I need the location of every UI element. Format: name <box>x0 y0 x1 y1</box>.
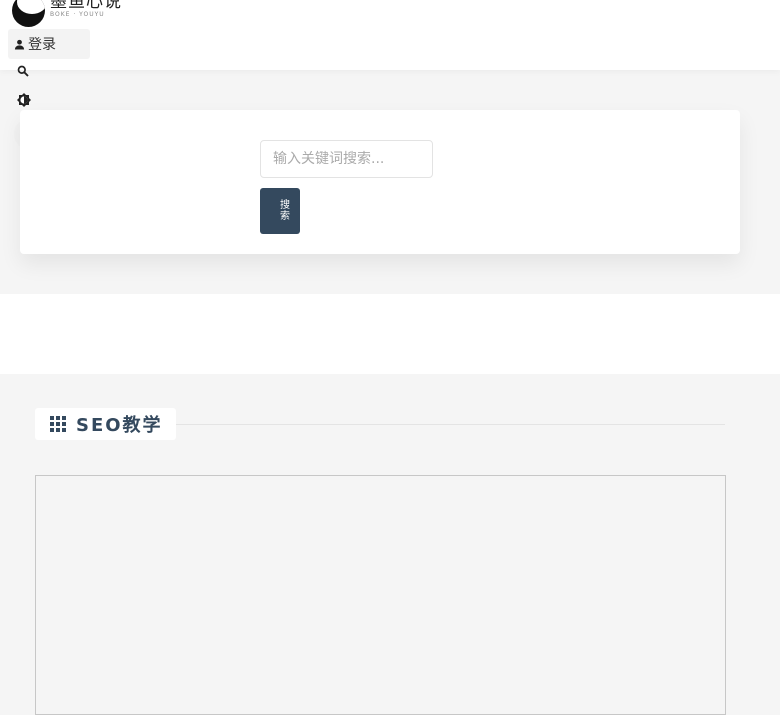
search-input[interactable] <box>260 140 433 178</box>
search-icon <box>17 62 29 81</box>
search-button[interactable]: 搜索 <box>260 188 300 234</box>
search-button-label: 搜索 <box>280 200 290 222</box>
search-panel: 搜索 <box>20 110 740 254</box>
logo-subtitle: BOKE · YOUYU <box>50 11 105 18</box>
content-placeholder <box>35 475 726 715</box>
site-header: 墨鱼心说 BOKE · YOUYU 登录 <box>0 0 780 77</box>
section-divider <box>176 424 725 425</box>
section-title-text: SEO教学 <box>76 415 163 436</box>
search-toggle-button[interactable] <box>7 55 39 87</box>
content-band <box>0 294 780 374</box>
section-title[interactable]: SEO教学 <box>35 408 176 440</box>
grid-icon <box>50 416 66 432</box>
login-label: 登录 <box>28 37 56 53</box>
user-icon <box>10 39 28 50</box>
logo-mark-icon <box>12 0 45 27</box>
site-logo[interactable]: 墨鱼心说 BOKE · YOUYU <box>12 0 122 27</box>
logo-title: 墨鱼心说 <box>50 0 122 12</box>
theme-toggle-icon <box>17 92 31 111</box>
